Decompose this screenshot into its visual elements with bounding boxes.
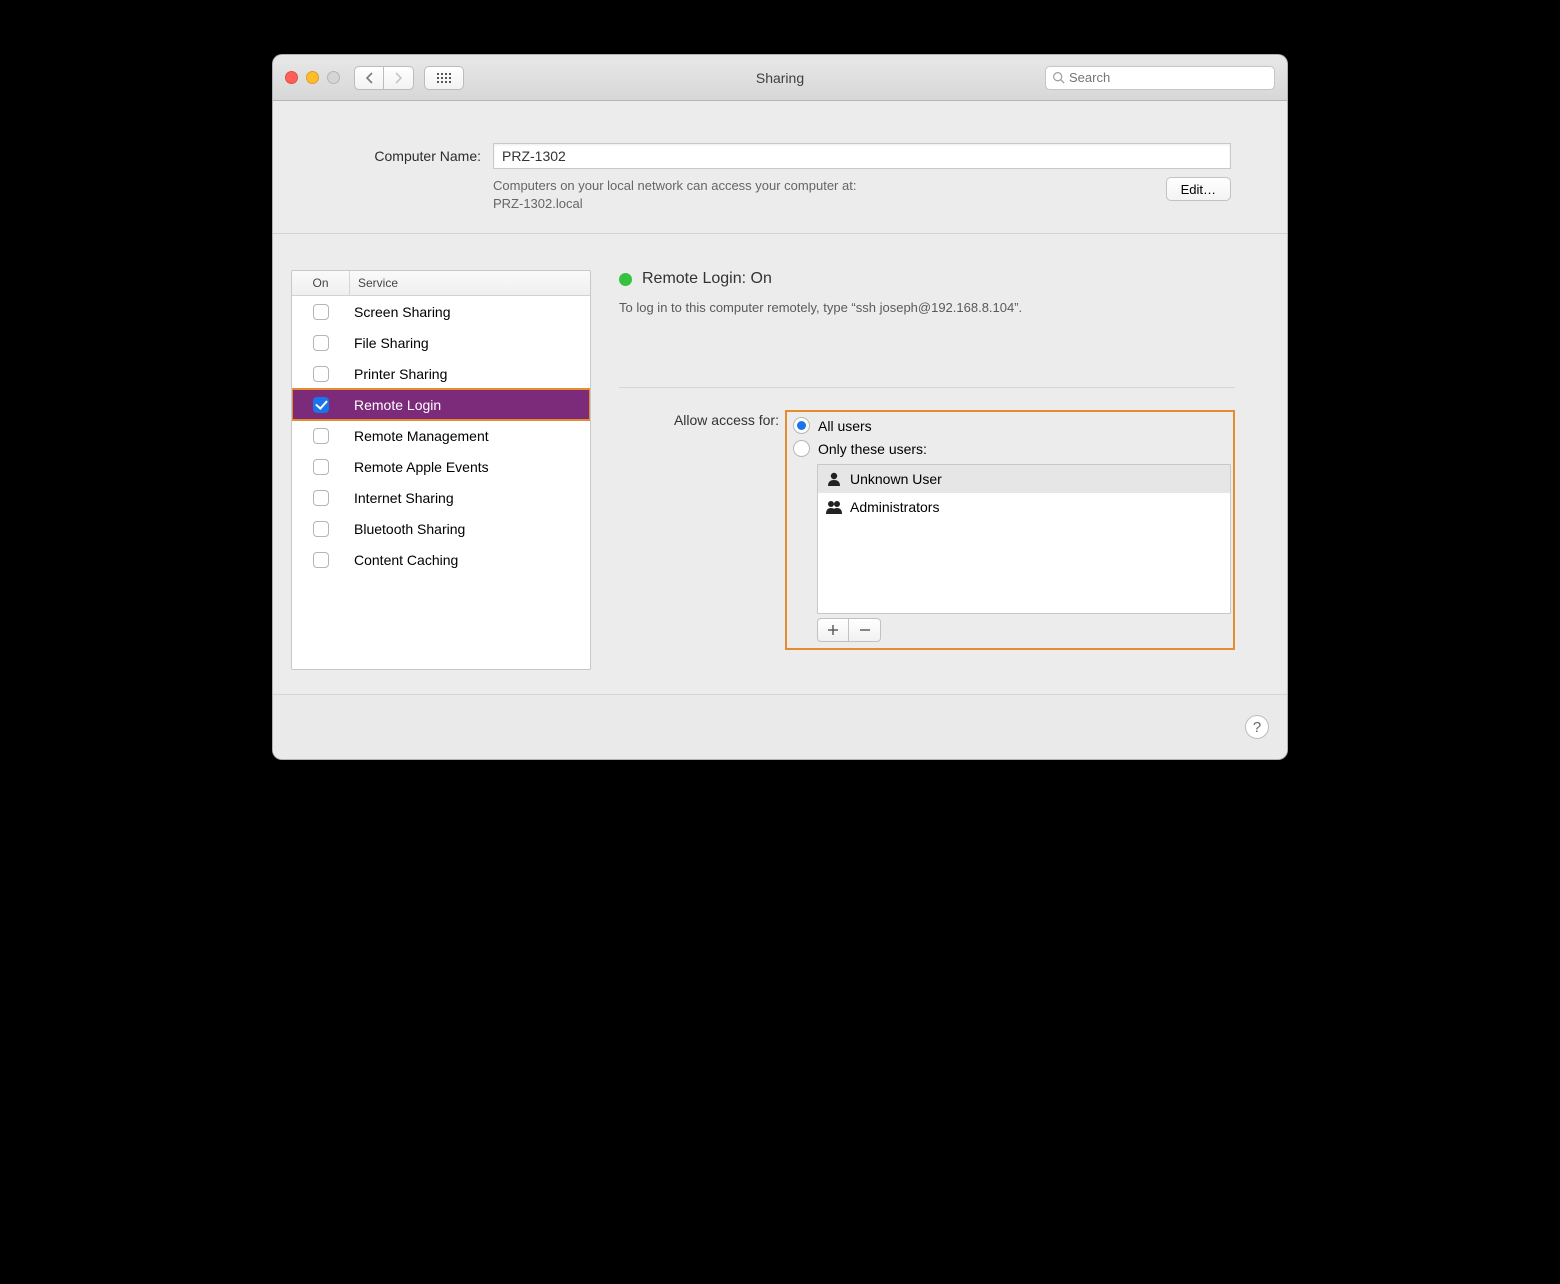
service-checkbox[interactable] <box>313 397 329 413</box>
service-label: Internet Sharing <box>350 490 590 506</box>
service-checkbox[interactable] <box>313 459 329 475</box>
access-row: Allow access for: All users Only these u… <box>619 410 1235 650</box>
service-row[interactable]: Printer Sharing <box>292 358 590 389</box>
status-row: Remote Login: On <box>619 270 1235 288</box>
close-window-button[interactable] <box>285 71 298 84</box>
service-label: Printer Sharing <box>350 366 590 382</box>
radio-all-users[interactable]: All users <box>789 414 1231 437</box>
back-button[interactable] <box>354 66 384 90</box>
search-icon <box>1052 71 1065 84</box>
radio-all-users-control[interactable] <box>793 417 810 434</box>
grid-icon <box>437 73 451 83</box>
service-row[interactable]: Remote Apple Events <box>292 451 590 482</box>
computer-name-input[interactable] <box>493 143 1231 169</box>
service-checkbox[interactable] <box>313 428 329 444</box>
service-checkbox[interactable] <box>313 335 329 351</box>
help-button[interactable]: ? <box>1245 715 1269 739</box>
login-instruction: To log in to this computer remotely, typ… <box>619 300 1235 315</box>
service-checkbox[interactable] <box>313 521 329 537</box>
service-label: Screen Sharing <box>350 304 590 320</box>
users-icon <box>826 499 842 515</box>
search-wrap <box>1045 66 1275 90</box>
service-row[interactable]: Bluetooth Sharing <box>292 513 590 544</box>
titlebar: Sharing <box>273 55 1287 101</box>
search-field[interactable] <box>1045 66 1275 90</box>
minimize-window-button[interactable] <box>306 71 319 84</box>
service-detail: Remote Login: On To log in to this compu… <box>619 270 1235 670</box>
edit-hostname-button[interactable]: Edit… <box>1166 177 1231 201</box>
radio-only-users-label: Only these users: <box>818 441 927 457</box>
service-row[interactable]: Content Caching <box>292 544 590 575</box>
radio-only-users[interactable]: Only these users: <box>789 437 1231 460</box>
radio-only-users-control[interactable] <box>793 440 810 457</box>
show-all-button[interactable] <box>424 66 464 90</box>
service-checkbox[interactable] <box>313 552 329 568</box>
user-row[interactable]: Administrators <box>818 493 1230 521</box>
service-row[interactable]: Internet Sharing <box>292 482 590 513</box>
forward-button[interactable] <box>384 66 414 90</box>
search-input[interactable] <box>1069 70 1268 85</box>
status-indicator-icon <box>619 273 632 286</box>
services-table: On Service Screen Sharing File Sharing Pri… <box>291 270 591 670</box>
service-checkbox[interactable] <box>313 490 329 506</box>
user-list[interactable]: Unknown User Administrators <box>817 464 1231 614</box>
plus-icon <box>827 624 839 636</box>
radio-all-users-label: All users <box>818 418 872 434</box>
service-label: Content Caching <box>350 552 590 568</box>
status-title: Remote Login: On <box>642 270 772 288</box>
nav-buttons <box>354 66 414 90</box>
zoom-window-button[interactable] <box>327 71 340 84</box>
service-checkbox[interactable] <box>313 366 329 382</box>
user-add-remove <box>817 618 1231 642</box>
service-label: File Sharing <box>350 335 590 351</box>
traffic-lights <box>285 71 340 84</box>
preferences-window: Sharing Computer Name: Computers on your… <box>272 54 1288 760</box>
service-checkbox[interactable] <box>313 304 329 320</box>
services-header: On Service <box>292 271 590 296</box>
footer: ? <box>273 694 1287 759</box>
user-row[interactable]: Unknown User <box>818 465 1230 493</box>
service-row[interactable]: Remote Login <box>292 389 590 420</box>
col-service-header: Service <box>350 271 590 295</box>
service-label: Remote Apple Events <box>350 459 590 475</box>
user-label: Unknown User <box>850 471 942 487</box>
user-icon <box>826 471 842 487</box>
service-label: Bluetooth Sharing <box>350 521 590 537</box>
service-label: Remote Login <box>350 397 590 413</box>
access-panel: All users Only these users: Unknown User… <box>785 410 1235 650</box>
section-divider <box>619 387 1235 388</box>
computer-name-hint: Computers on your local network can acce… <box>493 177 1154 213</box>
services-body: Screen Sharing File Sharing Printer Sharin… <box>292 296 590 669</box>
access-label: Allow access for: <box>619 410 779 650</box>
computer-name-label: Computer Name: <box>329 148 481 164</box>
service-row[interactable]: File Sharing <box>292 327 590 358</box>
col-on-header: On <box>292 271 350 295</box>
remove-user-button[interactable] <box>849 618 881 642</box>
service-row[interactable]: Screen Sharing <box>292 296 590 327</box>
main-area: On Service Screen Sharing File Sharing Pri… <box>273 234 1287 694</box>
add-user-button[interactable] <box>817 618 849 642</box>
user-label: Administrators <box>850 499 939 515</box>
computer-name-pane: Computer Name: Computers on your local n… <box>273 101 1287 234</box>
service-row[interactable]: Remote Management <box>292 420 590 451</box>
service-label: Remote Management <box>350 428 590 444</box>
minus-icon <box>859 624 871 636</box>
